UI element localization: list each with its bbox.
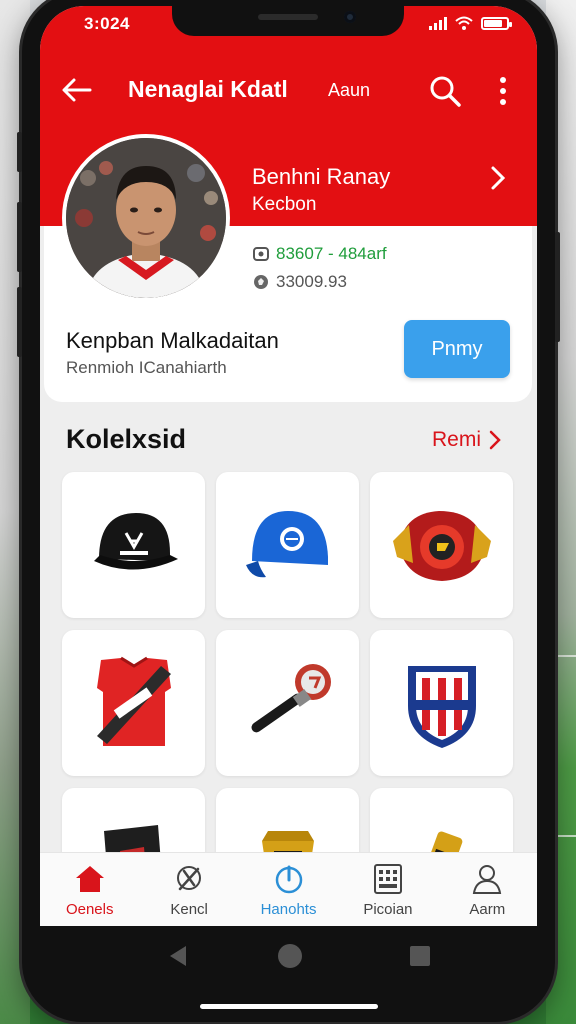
search-icon[interactable]: [428, 74, 462, 108]
stick-icon: [251, 664, 331, 733]
app-title: Nenaglai Kdatl: [128, 76, 288, 102]
card-subtitle: Renmioh ICanahiarth: [66, 358, 227, 377]
status-time: 3:024: [84, 14, 130, 33]
notch: [172, 6, 404, 36]
front-camera: [344, 11, 356, 23]
nav-item-profile[interactable]: Aarm: [438, 853, 537, 926]
nav-label-calculator: Picoian: [363, 901, 413, 918]
person-icon: [473, 865, 502, 894]
app-subtitle[interactable]: Aaun: [328, 80, 370, 101]
app-screen: 3:024 Nenaglai Kdatl Aaun Benhni Ranay K…: [40, 6, 537, 926]
see-all-link[interactable]: Remi: [432, 428, 501, 452]
system-nav: [40, 926, 537, 1006]
nav-label-home: Oenels: [65, 901, 114, 918]
battery-icon: [481, 16, 512, 30]
nav-label-tools: Kencl: [170, 901, 208, 918]
nav-item-alerts[interactable]: Hanohts: [239, 853, 338, 926]
crest-icon: [407, 666, 476, 748]
system-back-icon[interactable]: [168, 944, 188, 968]
nav-item-tools[interactable]: Kencl: [139, 853, 238, 926]
ball-badge-icon: [392, 511, 491, 581]
system-home-icon[interactable]: [276, 942, 304, 970]
wrench-icon: [177, 866, 202, 891]
nav-label-alerts: Hanohts: [260, 901, 317, 918]
card-title: Kenpban Malkadaitan: [66, 328, 279, 353]
more-vert-icon[interactable]: [496, 74, 510, 108]
wifi-icon: [455, 16, 473, 30]
nav-label-profile: Aarm: [469, 901, 506, 918]
profile-avatar[interactable]: [62, 134, 230, 302]
status-icons: [429, 16, 512, 30]
ball-icon: [254, 275, 268, 289]
nav-item-calculator[interactable]: Picoian: [338, 853, 437, 926]
profile-name: Benhni Ranay: [252, 164, 391, 189]
collection-item-jersey-crest[interactable]: [370, 630, 513, 776]
primary-action-button[interactable]: Pnmy: [404, 320, 510, 378]
phone-frame: 3:024 Nenaglai Kdatl Aaun Benhni Ranay K…: [17, 0, 560, 1022]
collection-item-stick[interactable]: [216, 630, 359, 776]
cap-icon: [93, 513, 178, 570]
bell-icon: [275, 865, 302, 894]
stat-secondary: 33009.93: [252, 272, 347, 292]
collection-item-red-scarf[interactable]: [62, 630, 205, 776]
chevron-right-icon: [489, 430, 501, 450]
cap-icon: [245, 511, 328, 578]
stat-secondary-value: 33009.93: [276, 272, 347, 291]
collection-title: Kolelxsid: [66, 424, 187, 454]
see-all-label: Remi: [432, 428, 482, 451]
back-arrow-icon[interactable]: [60, 74, 94, 106]
home-indicator[interactable]: [200, 1004, 378, 1009]
mute-switch: [17, 132, 22, 172]
nav-item-home[interactable]: Oenels: [40, 853, 139, 926]
calculator-icon: [373, 864, 402, 894]
speaker-grille: [258, 14, 318, 20]
collection-item-black-cap[interactable]: [62, 472, 205, 618]
coin-icon: [253, 247, 269, 261]
volume-up-button: [17, 202, 22, 272]
signal-icon: [429, 16, 447, 30]
app-bar: Nenaglai Kdatl Aaun: [40, 70, 537, 110]
chevron-right-icon[interactable]: [488, 164, 508, 192]
bottom-nav: Oenels Kencl Hanohts Picoian Aarm: [40, 852, 537, 926]
stat-primary: 83607 - 484arf: [252, 244, 387, 264]
volume-down-button: [17, 287, 22, 357]
home-icon: [75, 866, 104, 892]
system-recents-icon[interactable]: [408, 944, 432, 968]
collection-item-blue-cap[interactable]: [216, 472, 359, 618]
profile-role: Kecbon: [252, 194, 317, 215]
collection-item-football-badge[interactable]: [370, 472, 513, 618]
power-button: [555, 232, 560, 342]
stat-primary-value: 83607 - 484arf: [276, 244, 387, 263]
scarf-jersey-icon: [96, 656, 171, 746]
